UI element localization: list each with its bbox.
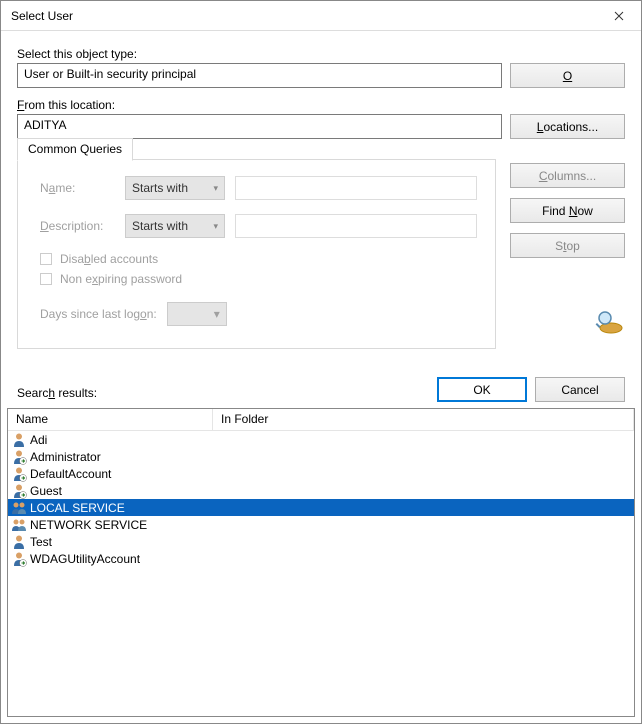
result-name: DefaultAccount bbox=[30, 467, 111, 481]
stop-button[interactable]: Stop bbox=[510, 233, 625, 258]
name-match-dropdown[interactable]: Starts with ▾ bbox=[125, 176, 225, 200]
users-icon bbox=[11, 500, 27, 516]
user-icon bbox=[11, 534, 27, 550]
result-row[interactable]: DefaultAccount bbox=[8, 465, 634, 482]
result-row[interactable]: WDAGUtilityAccount bbox=[8, 550, 634, 567]
user-icon bbox=[11, 449, 27, 465]
name-input[interactable] bbox=[235, 176, 477, 200]
queries-area: Common Queries Name: Starts with ▾ Descr… bbox=[17, 159, 625, 349]
description-match-dropdown[interactable]: Starts with ▾ bbox=[125, 214, 225, 238]
object-types-button[interactable]: O bbox=[510, 63, 625, 88]
object-type-field: User or Built-in security principal bbox=[17, 63, 502, 88]
result-row[interactable]: Adi bbox=[8, 431, 634, 448]
close-button[interactable] bbox=[597, 1, 641, 31]
days-since-dropdown[interactable]: ▾ bbox=[167, 302, 227, 326]
description-label: Description: bbox=[40, 219, 115, 233]
result-name: Test bbox=[30, 535, 52, 549]
close-icon bbox=[614, 11, 624, 21]
common-queries-panel: Common Queries Name: Starts with ▾ Descr… bbox=[17, 159, 496, 349]
search-results-label: Search results: bbox=[17, 386, 625, 400]
result-row[interactable]: LOCAL SERVICE bbox=[8, 499, 634, 516]
result-name: Administrator bbox=[30, 450, 101, 464]
ok-button[interactable]: OK bbox=[437, 377, 527, 402]
disabled-accounts-checkbox[interactable] bbox=[40, 253, 52, 265]
days-since-label: Days since last logon: bbox=[40, 307, 157, 321]
non-expiring-checkbox[interactable] bbox=[40, 273, 52, 285]
disabled-accounts-label: Disabled accounts bbox=[60, 252, 158, 266]
location-label: From this location: bbox=[17, 98, 625, 112]
user-icon bbox=[11, 466, 27, 482]
object-type-label: Select this object type: bbox=[17, 47, 625, 61]
user-icon bbox=[11, 432, 27, 448]
result-row[interactable]: Guest bbox=[8, 482, 634, 499]
user-icon bbox=[11, 551, 27, 567]
result-name: NETWORK SERVICE bbox=[30, 518, 147, 532]
search-icon bbox=[591, 308, 625, 336]
dialog-content: Select this object type: User or Built-i… bbox=[1, 31, 641, 408]
result-name: LOCAL SERVICE bbox=[30, 501, 385, 515]
find-now-button[interactable]: Find Now bbox=[510, 198, 625, 223]
result-row[interactable]: NETWORK SERVICE bbox=[8, 516, 634, 533]
columns-button[interactable]: Columns... bbox=[510, 163, 625, 188]
name-label: Name: bbox=[40, 181, 115, 195]
titlebar: Select User bbox=[1, 1, 641, 31]
description-input[interactable] bbox=[235, 214, 477, 238]
location-field: ADITYA bbox=[17, 114, 502, 139]
non-expiring-label: Non expiring password bbox=[60, 272, 182, 286]
result-row[interactable]: Administrator bbox=[8, 448, 634, 465]
chevron-down-icon: ▾ bbox=[214, 307, 220, 321]
chevron-down-icon: ▾ bbox=[213, 221, 218, 232]
cancel-button[interactable]: Cancel bbox=[535, 377, 625, 402]
user-icon bbox=[11, 483, 27, 499]
result-name: Adi bbox=[30, 433, 47, 447]
column-name[interactable]: Name bbox=[8, 409, 213, 430]
tab-common-queries[interactable]: Common Queries bbox=[17, 138, 133, 161]
locations-button[interactable]: Locations... bbox=[510, 114, 625, 139]
result-row[interactable]: Test bbox=[8, 533, 634, 550]
window-title: Select User bbox=[11, 9, 73, 23]
users-icon bbox=[11, 517, 27, 533]
results-header: Name In Folder bbox=[8, 409, 634, 431]
result-name: Guest bbox=[30, 484, 62, 498]
result-name: WDAGUtilityAccount bbox=[30, 552, 140, 566]
results-list[interactable]: Name In Folder Adi Administrator DefaultAc… bbox=[7, 408, 635, 717]
chevron-down-icon: ▾ bbox=[213, 183, 218, 194]
column-in-folder[interactable]: In Folder bbox=[213, 409, 634, 430]
